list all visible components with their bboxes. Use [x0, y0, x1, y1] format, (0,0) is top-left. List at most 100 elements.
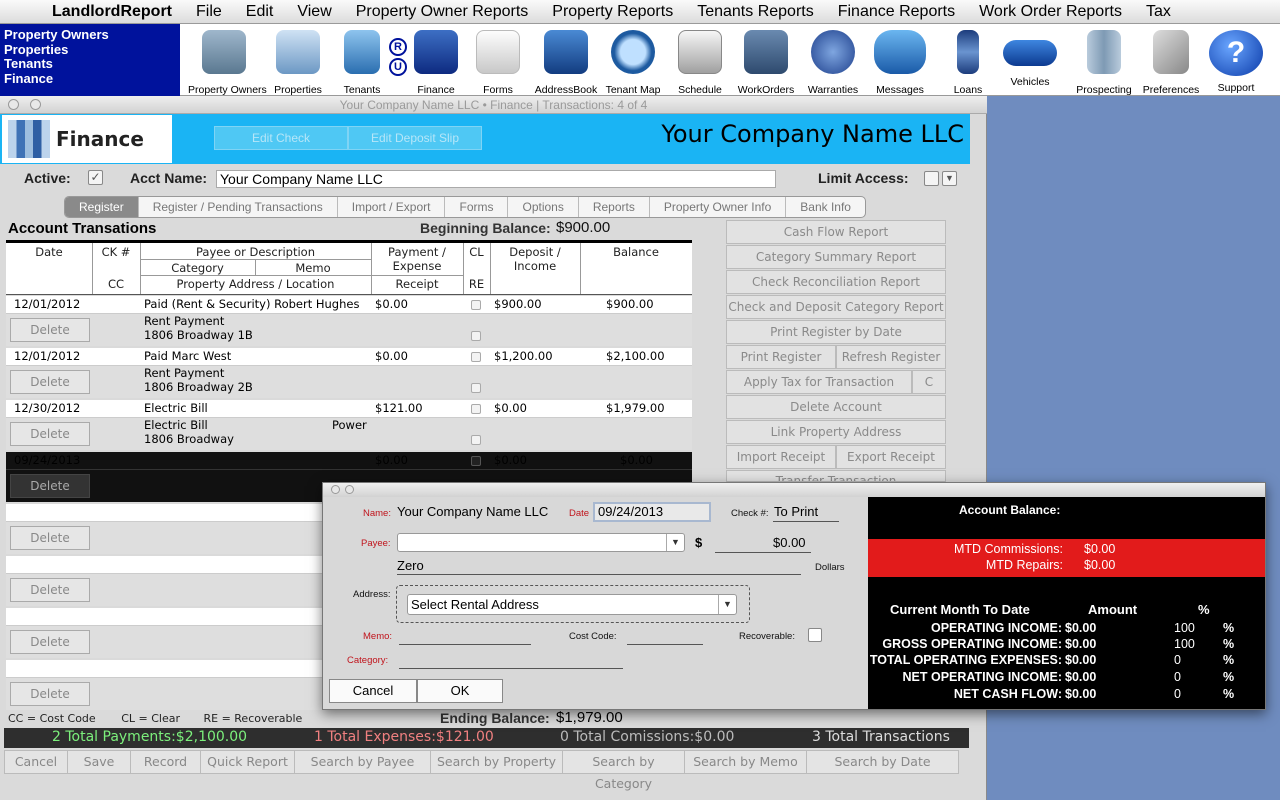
- tab-property-owner-info[interactable]: Property Owner Info: [650, 197, 787, 217]
- refresh-register-button[interactable]: Refresh Register: [836, 345, 946, 369]
- date-input[interactable]: 09/24/2013: [593, 502, 711, 522]
- edit-deposit-slip-button[interactable]: Edit Deposit Slip: [348, 126, 482, 150]
- row-cl-checkbox[interactable]: [471, 404, 481, 414]
- row-address: 1806 Broadway: [144, 432, 234, 446]
- check-reconciliation-report-button[interactable]: Check Reconciliation Report: [726, 270, 946, 294]
- search-by-payee-button[interactable]: Search by Payee: [295, 751, 431, 773]
- menu-work-order-reports[interactable]: Work Order Reports: [967, 0, 1134, 24]
- save-button[interactable]: Save: [68, 751, 131, 773]
- record-button[interactable]: Record: [131, 751, 201, 773]
- check-dialog: Name: Your Company Name LLC Date 09/24/2…: [322, 482, 1266, 710]
- menu-app[interactable]: LandlordReport: [52, 0, 184, 24]
- row-re-checkbox[interactable]: [471, 435, 481, 445]
- dialog-minimize-button[interactable]: [345, 485, 354, 494]
- delete-button[interactable]: Delete: [10, 422, 90, 446]
- nav-finance[interactable]: Finance: [4, 71, 180, 87]
- mtd-repairs-value: $0.00: [1084, 558, 1116, 572]
- nav-properties[interactable]: Properties: [4, 42, 180, 58]
- tab-register[interactable]: Register: [65, 197, 139, 217]
- rental-address-select[interactable]: Select Rental Address ▼: [407, 594, 737, 615]
- search-by-property-button[interactable]: Search by Property: [431, 751, 563, 773]
- menu-finance-reports[interactable]: Finance Reports: [826, 0, 967, 24]
- check-deposit-category-report-button[interactable]: Check and Deposit Category Report: [726, 295, 946, 319]
- limit-access-dropdown[interactable]: ▼: [942, 171, 957, 186]
- limit-access-checkbox[interactable]: [924, 171, 939, 186]
- menu-file[interactable]: File: [184, 0, 234, 24]
- cash-flow-report-button[interactable]: Cash Flow Report: [726, 220, 946, 244]
- row-cl-checkbox[interactable]: [471, 300, 481, 310]
- cancel-button[interactable]: Cancel: [5, 751, 68, 773]
- toolbar-tenants[interactable]: Tenants: [326, 28, 398, 96]
- active-checkbox[interactable]: ✓: [88, 170, 103, 185]
- row-re-checkbox[interactable]: [471, 383, 481, 393]
- delete-button[interactable]: Delete: [10, 578, 90, 602]
- toolbar-workorders[interactable]: WorkOrders: [730, 28, 802, 96]
- check-number-value[interactable]: To Print: [774, 504, 818, 519]
- toolbar-property-owners[interactable]: Property Owners: [188, 28, 267, 96]
- menu-edit[interactable]: Edit: [234, 0, 286, 24]
- menu-tax[interactable]: Tax: [1134, 0, 1183, 24]
- delete-button[interactable]: Delete: [10, 682, 90, 706]
- toolbar-schedule[interactable]: Schedule: [664, 28, 736, 96]
- toolbar-messages[interactable]: Messages: [864, 28, 936, 96]
- search-by-category-button[interactable]: Search by Category: [563, 751, 685, 791]
- export-receipt-button[interactable]: Export Receipt: [836, 445, 946, 469]
- acct-name-field[interactable]: Your Company Name LLC: [216, 170, 776, 188]
- import-receipt-button[interactable]: Import Receipt: [726, 445, 836, 469]
- nav-property-owners[interactable]: Property Owners: [4, 27, 180, 43]
- recoverable-checkbox[interactable]: [808, 628, 822, 642]
- payee-select[interactable]: ▼: [397, 533, 685, 552]
- tab-forms[interactable]: Forms: [445, 197, 509, 217]
- delete-button[interactable]: Delete: [10, 370, 90, 394]
- table-row[interactable]: 12/30/2012 Electric Bill $121.00 $0.00 $…: [6, 400, 692, 450]
- delete-button[interactable]: Delete: [10, 630, 90, 654]
- toolbar-warranties[interactable]: Warranties: [797, 28, 869, 96]
- table-row[interactable]: 12/01/2012 Paid Marc West $0.00 $1,200.0…: [6, 348, 692, 398]
- delete-account-button[interactable]: Delete Account: [726, 395, 946, 419]
- dialog-ok-button[interactable]: OK: [417, 679, 503, 703]
- table-row[interactable]: 12/01/2012 Paid (Rent & Security) Robert…: [6, 296, 692, 346]
- tab-import-export[interactable]: Import / Export: [338, 197, 446, 217]
- toolbar-prospecting[interactable]: Prospecting: [1068, 28, 1140, 96]
- amount-value[interactable]: $0.00: [773, 535, 806, 550]
- c-button[interactable]: C: [912, 370, 946, 394]
- edit-check-button[interactable]: Edit Check: [214, 126, 348, 150]
- toolbar-properties[interactable]: Properties: [262, 28, 334, 96]
- search-by-date-button[interactable]: Search by Date: [807, 751, 958, 773]
- apply-tax-button[interactable]: Apply Tax for Transaction: [726, 370, 912, 394]
- window-close-button[interactable]: [8, 99, 19, 110]
- category-summary-report-button[interactable]: Category Summary Report: [726, 245, 946, 269]
- tab-reports[interactable]: Reports: [579, 197, 650, 217]
- menu-property-owner-reports[interactable]: Property Owner Reports: [344, 0, 541, 24]
- print-register-button[interactable]: Print Register: [726, 345, 836, 369]
- toolbar-support[interactable]: ? Support: [1200, 28, 1272, 94]
- link-property-address-button[interactable]: Link Property Address: [726, 420, 946, 444]
- tab-options[interactable]: Options: [508, 197, 579, 217]
- delete-button[interactable]: Delete: [10, 526, 90, 550]
- row-cl-checkbox[interactable]: [471, 352, 481, 362]
- tab-register-pending[interactable]: Register / Pending Transactions: [139, 197, 338, 217]
- quick-report-button[interactable]: Quick Report: [201, 751, 295, 773]
- dialog-cancel-button[interactable]: Cancel: [329, 679, 417, 703]
- row-cl-checkbox[interactable]: [471, 456, 481, 466]
- toolbar-preferences[interactable]: Preferences: [1135, 28, 1207, 96]
- toolbar-forms[interactable]: Forms: [462, 28, 534, 96]
- row-re-checkbox[interactable]: [471, 331, 481, 341]
- toolbar-vehicles[interactable]: Vehicles: [994, 28, 1066, 94]
- delete-button[interactable]: Delete: [10, 318, 90, 342]
- search-by-memo-button[interactable]: Search by Memo: [685, 751, 807, 773]
- print-register-by-date-button[interactable]: Print Register by Date: [726, 320, 946, 344]
- menu-tenants-reports[interactable]: Tenants Reports: [685, 0, 826, 24]
- window-minimize-button[interactable]: [30, 99, 41, 110]
- toolbar-tenant-map[interactable]: Tenant Map: [597, 28, 669, 96]
- menu-property-reports[interactable]: Property Reports: [540, 0, 685, 24]
- transfer-transaction-button[interactable]: Transfer Transaction: [726, 470, 946, 482]
- menu-view[interactable]: View: [285, 0, 343, 24]
- delete-button[interactable]: Delete: [10, 474, 90, 498]
- tab-bank-info[interactable]: Bank Info: [786, 197, 865, 217]
- finance-logo-text: Finance: [56, 127, 144, 151]
- nav-tenants[interactable]: Tenants: [4, 56, 180, 72]
- col-receipt: Receipt: [395, 277, 439, 291]
- dialog-close-button[interactable]: [331, 485, 340, 494]
- toolbar-addressbook[interactable]: AddressBook: [530, 28, 602, 96]
